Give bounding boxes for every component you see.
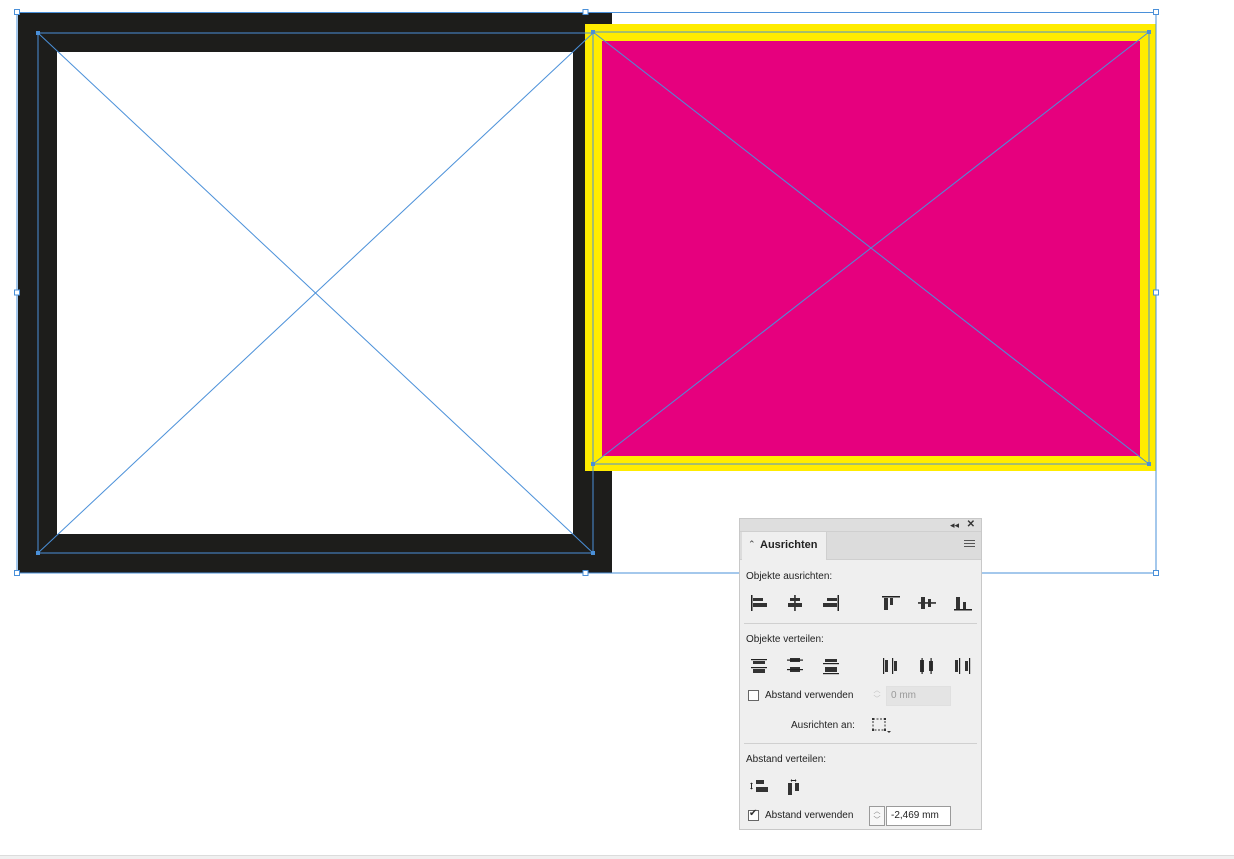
handle-bottom-left[interactable]	[14, 570, 20, 576]
distribute-spacing-label: Abstand verteilen:	[746, 754, 827, 765]
updown-arrows-icon[interactable]: ⌃	[748, 539, 756, 550]
anchor-right-tr	[1147, 30, 1151, 34]
align-top-edges-button[interactable]	[880, 593, 902, 613]
panel-menu-icon[interactable]	[964, 540, 975, 549]
stepper-arrows-icon: ︿ ﹀	[873, 687, 881, 703]
handle-top-right[interactable]	[1153, 9, 1159, 15]
handle-middle-right[interactable]	[1153, 289, 1159, 296]
distribute-horizontal-centers-button[interactable]	[916, 656, 938, 676]
distribute-right-edges-button[interactable]	[952, 656, 974, 676]
align-objects-label: Objekte ausrichten:	[746, 571, 833, 582]
section-divider	[744, 623, 977, 624]
align-bottom-icon	[954, 597, 972, 611]
panel-tab-row: ⌃ Ausrichten	[740, 532, 981, 560]
distribute-vertical-space-icon	[750, 780, 768, 792]
align-right-icon	[823, 595, 839, 611]
distribute-top-icon	[751, 659, 767, 673]
spacing-input-2[interactable]: -2,469 mm	[886, 806, 951, 826]
align-top-icon	[882, 596, 900, 610]
align-right-edges-button[interactable]	[820, 593, 842, 613]
anchor-left-tl	[36, 31, 40, 35]
distribute-vertical-space-button[interactable]	[748, 777, 770, 797]
use-spacing-checkbox-2[interactable]	[748, 808, 759, 821]
section-divider	[744, 743, 977, 744]
stepper-arrows-icon[interactable]: ︿ ﹀	[869, 806, 885, 826]
handle-top-center[interactable]	[582, 9, 589, 15]
anchor-left-br	[591, 551, 595, 555]
align-to-label: Ausrichten an:	[791, 720, 855, 731]
handle-middle-left[interactable]	[14, 289, 20, 296]
anchor-right-tl	[591, 30, 595, 34]
spacing-stepper-1: ︿ ﹀ 0 mm	[869, 686, 951, 706]
distribute-left-icon	[883, 658, 897, 674]
align-left-edges-button[interactable]	[748, 593, 770, 613]
use-spacing-checkbox-1[interactable]	[748, 690, 759, 701]
use-spacing-label-1: Abstand verwenden	[765, 690, 854, 701]
align-to-selection-icon	[872, 718, 891, 733]
double-chevron-left-icon[interactable]: ◂◂	[950, 519, 959, 531]
align-vcenter-icon	[918, 597, 936, 609]
handle-bottom-right[interactable]	[1153, 570, 1159, 576]
anchor-right-br	[1147, 462, 1151, 466]
distribute-top-edges-button[interactable]	[748, 656, 770, 676]
align-vertical-centers-button[interactable]	[916, 593, 938, 613]
distribute-bottom-edges-button[interactable]	[820, 656, 842, 676]
tab-ausrichten[interactable]: ⌃ Ausrichten	[742, 532, 827, 560]
align-left-icon	[751, 595, 767, 611]
distribute-vertical-centers-button[interactable]	[784, 656, 806, 676]
panel-titlebar[interactable]: ◂◂ ✕	[740, 519, 981, 532]
distribute-vcenter-icon	[787, 658, 803, 672]
align-horizontal-centers-button[interactable]	[784, 593, 806, 613]
close-icon[interactable]: ✕	[967, 519, 975, 531]
use-spacing-label-2: Abstand verwenden	[765, 810, 854, 821]
spacing-stepper-2[interactable]: ︿ ﹀ -2,469 mm	[869, 806, 951, 826]
handle-top-left[interactable]	[14, 9, 20, 15]
distribute-left-edges-button[interactable]	[880, 656, 902, 676]
distribute-horizontal-space-button[interactable]	[784, 777, 806, 797]
panel-title: Ausrichten	[760, 539, 818, 551]
align-bottom-edges-button[interactable]	[952, 593, 974, 613]
anchor-right-bl	[591, 462, 595, 466]
distribute-hcenter-icon	[920, 658, 933, 674]
align-hcenter-icon	[788, 595, 802, 611]
handle-bottom-center[interactable]	[582, 570, 589, 576]
distribute-bottom-icon	[823, 659, 839, 675]
spacing-input-1: 0 mm	[886, 686, 951, 706]
distribute-horizontal-space-icon	[788, 779, 799, 795]
align-to-selection-dropdown[interactable]	[870, 715, 894, 735]
align-panel[interactable]: ◂◂ ✕ ⌃ Ausrichten Objekte ausrichten: Ob…	[739, 518, 982, 830]
status-bar-strip	[0, 855, 1234, 859]
anchor-left-bl	[36, 551, 40, 555]
distribute-right-icon	[955, 658, 971, 674]
distribute-objects-label: Objekte verteilen:	[746, 634, 824, 645]
document-canvas[interactable]	[0, 0, 1234, 858]
